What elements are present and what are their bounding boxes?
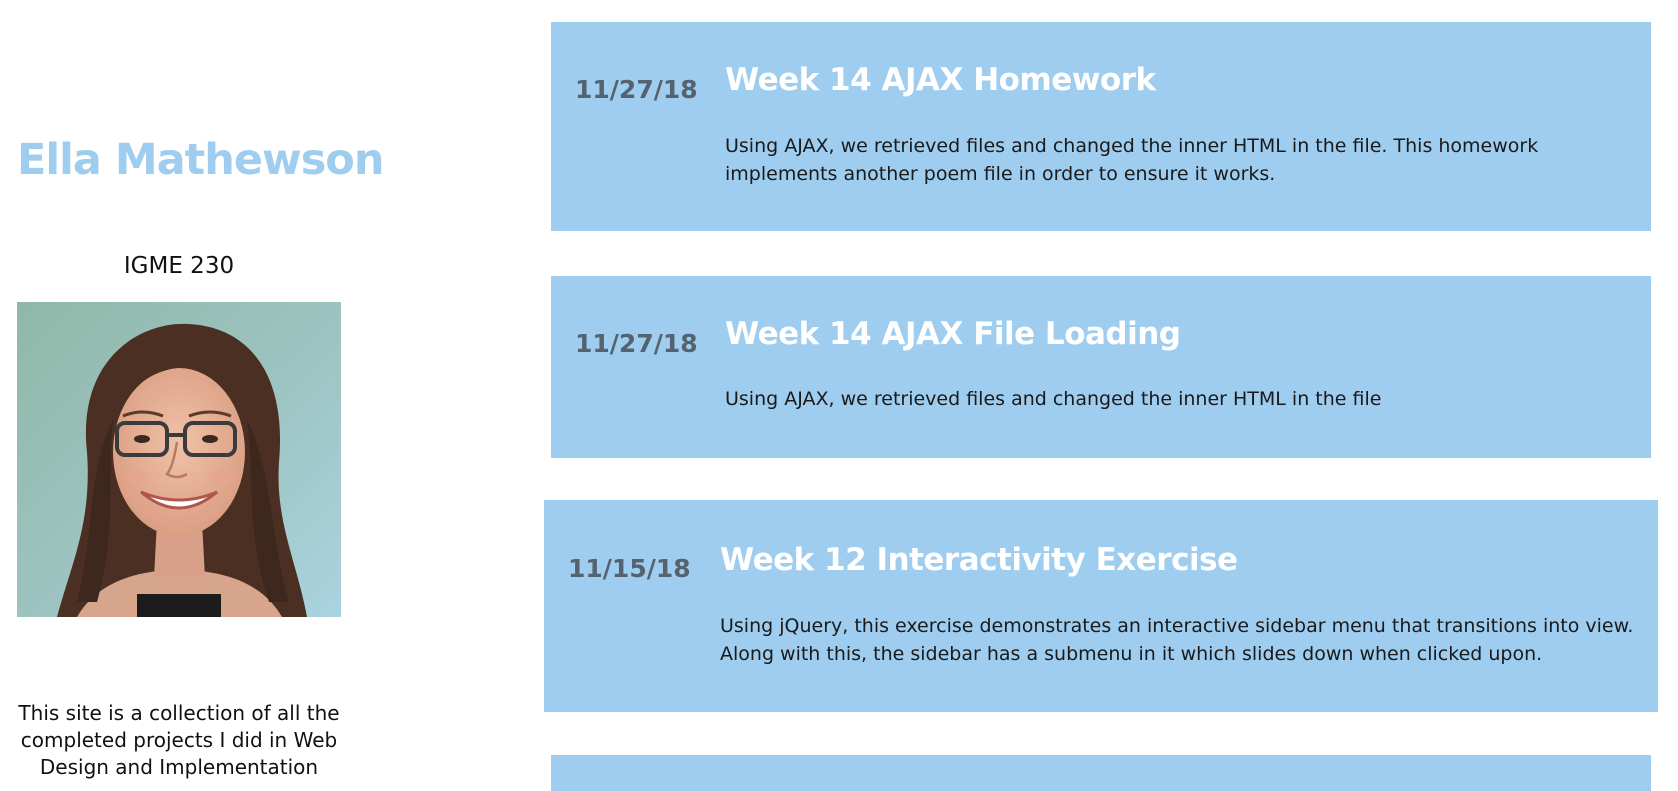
project-card[interactable] <box>551 755 1651 791</box>
project-title[interactable]: Week 14 AJAX Homework <box>725 62 1156 98</box>
project-description: Using AJAX, we retrieved files and chang… <box>725 388 1382 410</box>
project-description: Using AJAX, we retrieved files and chang… <box>725 135 1539 185</box>
project-date: 11/15/18 <box>568 554 691 583</box>
project-list: 11/27/18 Week 14 AJAX Homework Using AJA… <box>0 0 1678 791</box>
project-title[interactable]: Week 14 AJAX File Loading <box>725 316 1181 352</box>
project-title[interactable]: Week 12 Interactivity Exercise <box>720 542 1238 578</box>
project-card[interactable]: 11/27/18 Week 14 AJAX File Loading Using… <box>551 276 1651 458</box>
project-card[interactable]: 11/27/18 Week 14 AJAX Homework Using AJA… <box>551 22 1651 231</box>
project-date: 11/27/18 <box>575 329 698 358</box>
project-card[interactable]: 11/15/18 Week 12 Interactivity Exercise … <box>544 500 1658 712</box>
project-description: Using jQuery, this exercise demonstrates… <box>720 615 1634 665</box>
project-date: 11/27/18 <box>575 75 698 104</box>
